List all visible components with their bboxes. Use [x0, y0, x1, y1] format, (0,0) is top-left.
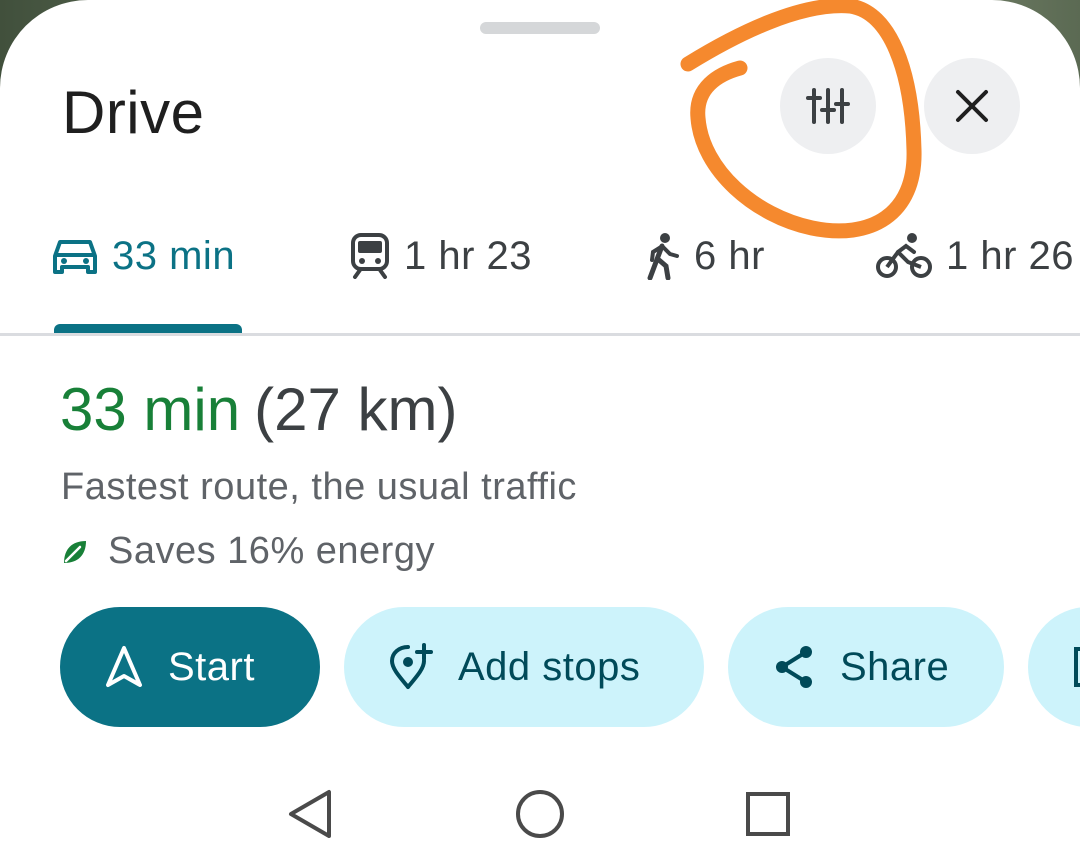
nav-home-button[interactable] [504, 778, 576, 850]
start-button-label: Start [168, 644, 255, 689]
system-navigation-bar [0, 760, 1080, 863]
add-stops-button[interactable]: Add stops [344, 607, 704, 727]
tabs-divider [0, 333, 1080, 336]
close-icon [956, 90, 988, 122]
route-description: Fastest route, the usual traffic [61, 466, 577, 508]
route-time: 33 min [60, 376, 241, 443]
nav-recents-button[interactable] [732, 778, 804, 850]
tab-walk-label: 6 hr [694, 233, 765, 278]
close-button[interactable] [924, 58, 1020, 154]
train-icon [351, 233, 389, 279]
bookmark-icon [1074, 647, 1080, 687]
maps-screen: Drive 33 min 1 hr 23 6 hr 1 hr 26 33 min… [0, 0, 1080, 863]
tab-transit-label: 1 hr 23 [404, 233, 533, 278]
share-button-label: Share [840, 644, 950, 689]
share-icon [776, 646, 812, 688]
route-summary: 33 min (27 km) [60, 374, 457, 446]
page-title: Drive [62, 79, 205, 146]
tab-bike-label: 1 hr 26 [946, 233, 1075, 278]
start-button[interactable]: Start [60, 607, 320, 727]
eco-info: Saves 16% energy [60, 530, 435, 573]
save-button[interactable] [1028, 607, 1080, 727]
sheet-drag-handle[interactable] [480, 22, 600, 34]
route-options-button[interactable] [780, 58, 876, 154]
route-distance: (27 km) [254, 376, 458, 443]
travel-mode-tabs: 33 min 1 hr 23 6 hr 1 hr 26 [0, 218, 1080, 334]
tab-drive[interactable]: 33 min [52, 218, 235, 294]
walking-person-icon [647, 233, 679, 280]
directions-bottom-sheet: Drive 33 min 1 hr 23 6 hr 1 hr 26 33 min… [0, 0, 1080, 863]
bicycle-icon [876, 233, 932, 278]
share-button[interactable]: Share [728, 607, 1004, 727]
tab-drive-label: 33 min [112, 233, 236, 278]
recents-square-icon [746, 792, 790, 836]
add-stops-button-label: Add stops [458, 644, 641, 689]
tab-walk[interactable]: 6 hr [646, 218, 765, 294]
leaf-icon [64, 540, 86, 563]
nav-back-button[interactable] [274, 778, 346, 850]
navigation-arrow-icon [106, 646, 142, 687]
car-icon [53, 240, 97, 274]
eco-savings-text: Saves 16% energy [108, 530, 435, 572]
tab-transit[interactable]: 1 hr 23 [350, 218, 532, 294]
home-circle-icon [516, 790, 564, 838]
tab-bike[interactable]: 1 hr 26 [876, 218, 1074, 294]
back-triangle-icon [289, 790, 331, 838]
add-location-icon [389, 643, 433, 689]
sliders-icon [806, 88, 850, 124]
